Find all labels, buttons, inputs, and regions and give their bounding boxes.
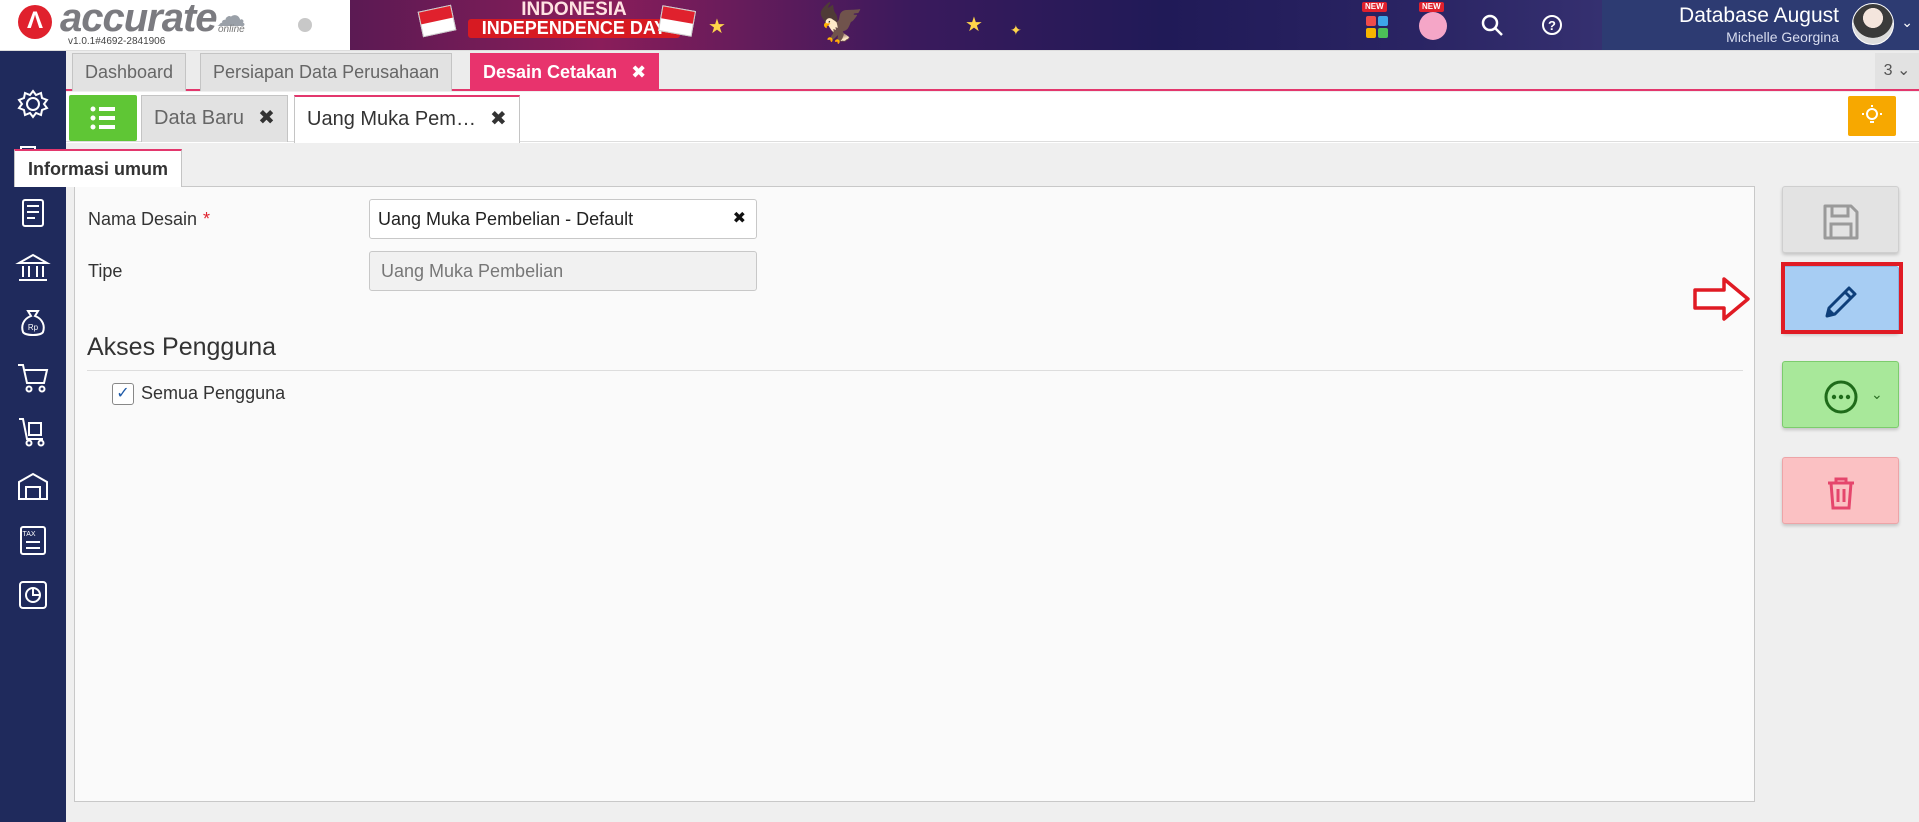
apps-button[interactable]: NEW xyxy=(1358,2,1394,44)
sub-tab-bar: Data Baru ✖ Uang Muka Pem… ✖ xyxy=(66,92,1919,143)
new-badge: NEW xyxy=(1419,2,1444,12)
akses-pengguna-title: Akses Pengguna xyxy=(87,333,277,361)
semua-pengguna-label: Semua Pengguna xyxy=(141,383,286,403)
tab-label: Uang Muka Pem… xyxy=(307,108,476,130)
garuda-emblem-icon: 🦅 xyxy=(817,3,865,45)
close-icon[interactable]: ✖ xyxy=(631,62,646,82)
tab-persiapan-data[interactable]: Persiapan Data Perusahaan xyxy=(200,53,453,91)
logo-sub: online xyxy=(218,24,245,35)
svg-text:Rp: Rp xyxy=(28,323,39,332)
svg-text:TAX: TAX xyxy=(22,531,35,538)
warehouse-icon xyxy=(18,472,48,500)
accurate-logo[interactable]: Λ accurate ☁ online v1.0.1#4692-2841906 xyxy=(18,0,258,50)
more-actions-button[interactable]: ⌄ xyxy=(1782,361,1899,428)
star-icon: ✦ xyxy=(1010,22,1022,38)
user-menu[interactable]: Database August Michelle Georgina ⌄ xyxy=(1602,0,1919,50)
banner-line-1: INDONESIA xyxy=(521,0,627,20)
list-view-button[interactable] xyxy=(69,95,137,141)
status-dot-icon xyxy=(298,18,312,32)
tipe-field: Uang Muka Pembelian xyxy=(369,251,757,291)
database-name: Database August xyxy=(1679,4,1839,27)
trash-icon xyxy=(1828,477,1854,510)
top-header: Λ accurate ☁ online v1.0.1#4692-2841906 … xyxy=(0,0,1919,51)
tab-informasi-umum[interactable]: Informasi umum xyxy=(14,149,183,187)
tips-button[interactable] xyxy=(1848,96,1896,136)
search-icon xyxy=(1481,14,1503,36)
user-name: Michelle Georgina xyxy=(1726,29,1839,45)
sidebar-item-inventory[interactable] xyxy=(15,468,51,504)
chevron-down-icon: ⌄ xyxy=(1901,14,1913,30)
tab-label: Data Baru xyxy=(154,107,245,129)
save-button[interactable] xyxy=(1782,186,1899,253)
shopping-trolley-icon xyxy=(19,418,45,447)
tab-label: Dashboard xyxy=(85,62,174,82)
logo-text: accurate xyxy=(60,0,218,40)
money-bag-icon: Rp xyxy=(21,310,45,336)
required-mark: * xyxy=(203,209,211,229)
chevron-down-icon: ⌄ xyxy=(1871,386,1883,402)
tab-count-dropdown[interactable]: 3 ⌄ xyxy=(1875,53,1919,89)
edit-button-highlight xyxy=(1781,262,1903,334)
help-button[interactable]: ? xyxy=(1534,6,1570,44)
semua-pengguna-checkbox[interactable]: ✓ xyxy=(112,383,134,405)
tab-dashboard[interactable]: Dashboard xyxy=(72,53,187,91)
book-icon xyxy=(22,199,44,227)
star-icon: ★ xyxy=(708,16,726,38)
cart-icon xyxy=(18,364,49,393)
sidebar-item-settings[interactable] xyxy=(15,86,51,122)
tab-data-baru[interactable]: Data Baru ✖ xyxy=(141,95,288,142)
lightbulb-icon xyxy=(1862,105,1882,123)
tax-document-icon: TAX xyxy=(20,526,46,555)
svg-text:?: ? xyxy=(1548,18,1556,33)
form-panel: Nama Desain * Uang Muka Pembelian - Defau… xyxy=(74,186,1755,802)
sidebar-item-tax[interactable]: TAX xyxy=(15,522,51,558)
apps-grid-icon xyxy=(1366,16,1388,38)
label-text: Nama Desain xyxy=(88,209,198,229)
nama-desain-input[interactable]: Uang Muka Pembelian - Default ✖ xyxy=(369,199,757,239)
close-icon[interactable]: ✖ xyxy=(258,107,275,129)
floppy-disk-icon xyxy=(1823,204,1859,240)
nama-desain-value: Uang Muka Pembelian - Default xyxy=(378,209,634,229)
help-icon: ? xyxy=(1542,15,1562,35)
search-button[interactable] xyxy=(1474,6,1510,44)
sidebar-item-purchase[interactable] xyxy=(15,413,51,449)
flag-icon xyxy=(417,4,457,38)
tab-uang-muka-pembelian[interactable]: Uang Muka Pem… ✖ xyxy=(294,95,520,143)
banner-line-2: INDEPENDENCE DAY xyxy=(468,19,680,38)
flag-icon xyxy=(658,5,696,37)
clear-icon[interactable]: ✖ xyxy=(733,200,746,238)
avatar xyxy=(1852,3,1894,45)
sidebar-item-ledger[interactable] xyxy=(15,195,51,231)
pie-chart-icon xyxy=(19,581,47,609)
close-icon[interactable]: ✖ xyxy=(490,108,507,130)
nama-desain-label: Nama Desain * xyxy=(88,209,210,230)
tipe-label: Tipe xyxy=(88,261,123,281)
section-divider xyxy=(87,370,1743,371)
tab-label: Persiapan Data Perusahaan xyxy=(213,62,440,82)
delete-button[interactable] xyxy=(1782,457,1899,524)
bank-icon xyxy=(15,253,51,281)
assistant-button[interactable]: NEW xyxy=(1415,2,1451,44)
star-icon: ★ xyxy=(965,14,983,36)
more-horizontal-icon xyxy=(1824,380,1858,414)
sidebar-item-bank[interactable] xyxy=(15,250,51,286)
list-icon xyxy=(90,106,115,130)
logo-badge-icon: Λ xyxy=(18,5,52,39)
tab-label: Desain Cetakan xyxy=(483,62,618,82)
assistant-avatar-icon xyxy=(1419,12,1447,40)
app-version: v1.0.1#4692-2841906 xyxy=(68,36,166,47)
new-badge: NEW xyxy=(1362,2,1387,12)
arrow-right-icon xyxy=(1693,277,1750,321)
sidebar-item-reports[interactable] xyxy=(15,577,51,613)
main-tab-bar: Dashboard Persiapan Data Perusahaan Desa… xyxy=(66,51,1919,91)
tab-desain-cetakan[interactable]: Desain Cetakan ✖ xyxy=(470,53,660,91)
sidebar-item-receivable[interactable]: Rp xyxy=(15,304,51,340)
banner-title: INDONESIA INDEPENDENCE DAY xyxy=(468,0,680,38)
gear-icon xyxy=(17,89,49,119)
sidebar-item-sales[interactable] xyxy=(15,359,51,395)
